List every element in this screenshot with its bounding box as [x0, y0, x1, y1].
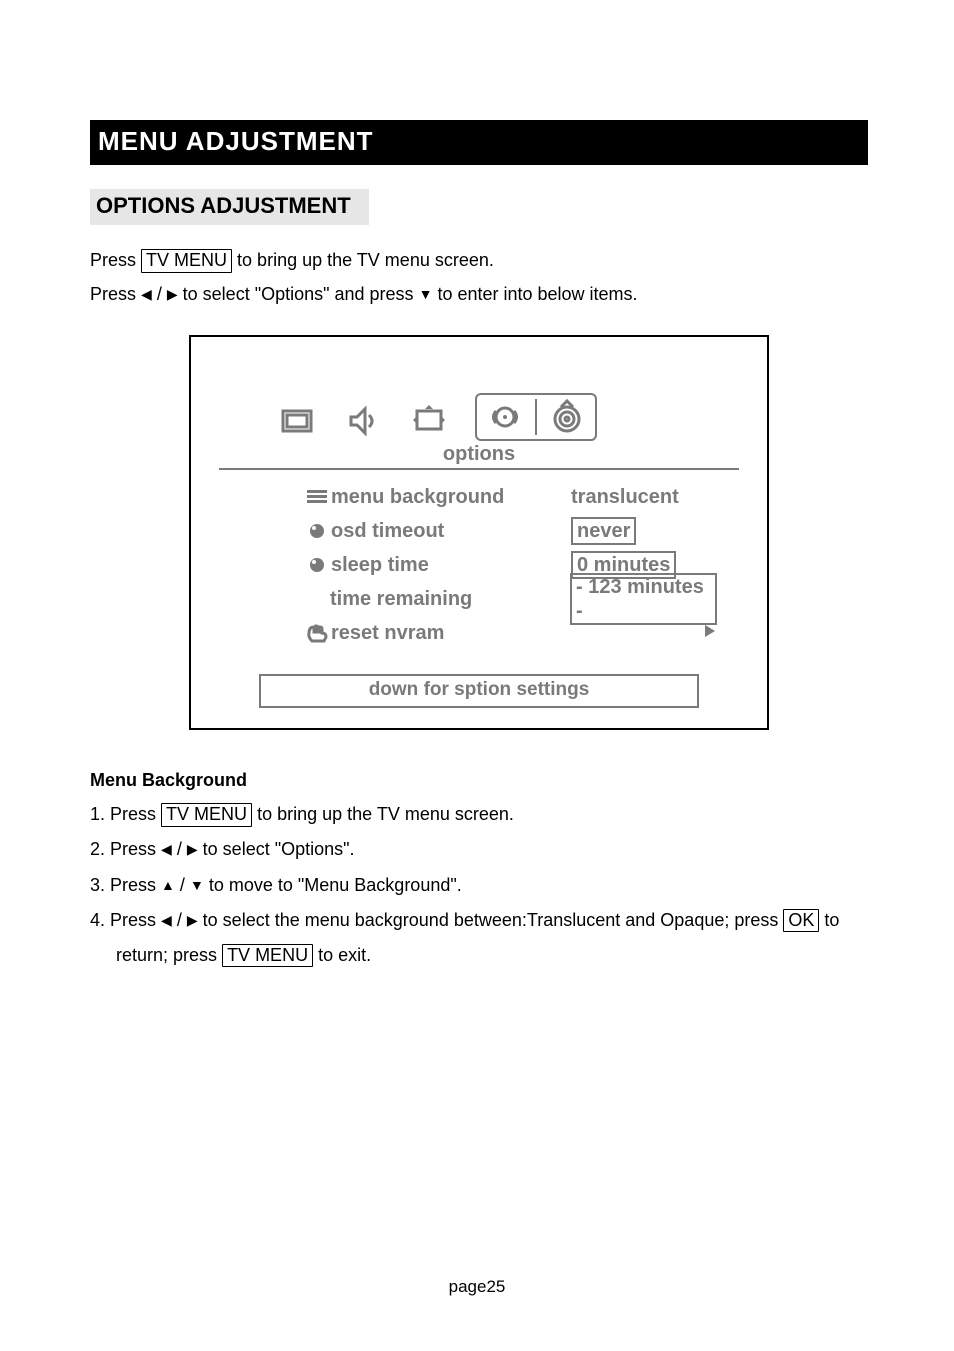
osd-row-time-remaining: time remaining - 123 minutes -	[303, 582, 717, 616]
osd-tab-label: options	[191, 443, 767, 466]
osd-row-osd-timeout: osd timeout never	[303, 514, 717, 548]
tv-menu-key: TV MENU	[222, 944, 313, 968]
osd-value: translucent	[571, 486, 679, 509]
tab-picture-icon	[277, 401, 317, 441]
step-1: 1. Press TV MENU to bring up the TV menu…	[90, 797, 868, 832]
osd-row-menu-background: menu background translucent	[303, 480, 717, 514]
osd-label: menu background	[331, 486, 571, 509]
tab-screen-icon	[409, 401, 449, 441]
osd-divider	[219, 468, 739, 470]
left-arrow-icon: ◀	[161, 907, 172, 934]
tab-sound-icon	[343, 401, 383, 441]
section-title: OPTIONS ADJUSTMENT	[90, 189, 369, 225]
intro-line-1: Press TV MENU to bring up the TV menu sc…	[90, 243, 868, 277]
text: 2. Press	[90, 839, 156, 859]
dot-icon	[303, 522, 331, 540]
list-icon	[303, 489, 331, 505]
down-arrow-icon: ▼	[419, 281, 433, 308]
steps-list: 1. Press TV MENU to bring up the TV menu…	[90, 797, 868, 972]
step-3: 3. Press ▲ / ▼ to move to "Menu Backgrou…	[90, 868, 868, 903]
text: Press	[90, 250, 136, 270]
text: to select the menu background between:Tr…	[203, 910, 779, 930]
right-arrow-icon: ▶	[187, 907, 198, 934]
text: 3. Press	[90, 875, 156, 895]
osd-value: never	[571, 517, 636, 545]
text: return; press	[116, 945, 217, 965]
page-title: MENU ADJUSTMENT	[98, 126, 373, 156]
osd-label: time remaining	[330, 588, 570, 611]
slash: /	[177, 910, 182, 930]
text: to select "Options" and press	[183, 284, 414, 304]
text: Press	[90, 284, 136, 304]
right-arrow-icon: ▶	[167, 281, 178, 308]
submenu-arrow-icon	[575, 622, 717, 645]
tv-menu-key: TV MENU	[161, 803, 252, 827]
tv-menu-key: TV MENU	[141, 249, 232, 273]
left-arrow-icon: ◀	[161, 836, 172, 863]
osd-screenshot: options menu background translucent osd …	[189, 335, 769, 730]
step-4: 4. Press ◀ / ▶ to select the menu backgr…	[90, 903, 868, 938]
tab-divider	[535, 399, 537, 435]
text: to exit.	[318, 945, 371, 965]
left-arrow-icon: ◀	[141, 281, 152, 308]
slash: /	[180, 875, 185, 895]
right-arrow-icon: ▶	[187, 836, 198, 863]
text: to bring up the TV menu screen.	[257, 804, 514, 824]
text: to enter into below items.	[437, 284, 637, 304]
up-arrow-icon: ▲	[161, 872, 175, 899]
subsection-title: Menu Background	[90, 770, 868, 791]
osd-value: - 123 minutes -	[570, 573, 717, 625]
step-2: 2. Press ◀ / ▶ to select "Options".	[90, 832, 868, 867]
step-4-cont: return; press TV MENU to exit.	[90, 938, 868, 973]
tab-channel-icon	[547, 397, 587, 437]
osd-row-reset-nvram: reset nvram	[303, 616, 717, 650]
intro-line-2: Press ◀ / ▶ to select "Options" and pres…	[90, 277, 868, 311]
section-title-wrap: OPTIONS ADJUSTMENT	[90, 189, 868, 225]
text: to	[824, 910, 839, 930]
page-title-bar: MENU ADJUSTMENT	[90, 120, 868, 165]
osd-menu-body: menu background translucent osd timeout …	[303, 480, 717, 650]
text: to move to "Menu Background".	[209, 875, 462, 895]
down-arrow-icon: ▼	[190, 872, 204, 899]
page-footer: page25	[0, 1277, 954, 1297]
osd-label: reset nvram	[331, 622, 571, 645]
text: 4. Press	[90, 910, 156, 930]
slash: /	[177, 839, 182, 859]
ok-key: OK	[783, 909, 819, 933]
text: to bring up the TV menu screen.	[237, 250, 494, 270]
osd-hint-box: down for sption settings	[259, 674, 699, 708]
tab-options-icon	[485, 397, 525, 437]
tab-active-group	[475, 393, 597, 441]
osd-label: sleep time	[331, 554, 571, 577]
hand-icon	[303, 623, 331, 643]
text: 1. Press	[90, 804, 156, 824]
text: to select "Options".	[203, 839, 355, 859]
slash: /	[157, 284, 162, 304]
osd-label: osd timeout	[331, 520, 571, 543]
osd-tabs	[277, 393, 767, 441]
dot-icon	[303, 556, 331, 574]
